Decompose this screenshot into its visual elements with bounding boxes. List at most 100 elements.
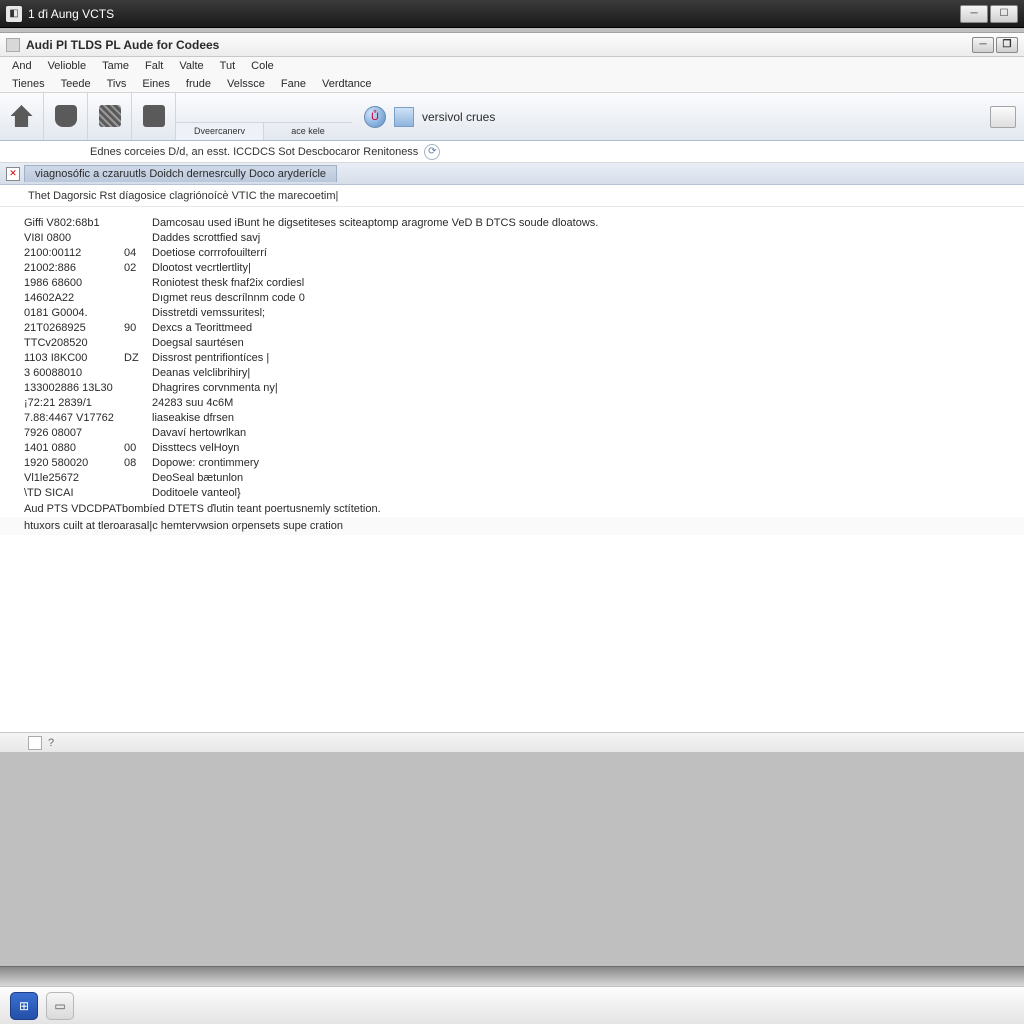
inner-titlebar: Audi PI TLDS PL Aude for Codees ─ ❐ [0, 33, 1024, 57]
toolbar-right-button[interactable] [990, 106, 1016, 128]
refresh-icon[interactable]: ⟳ [424, 144, 440, 160]
tab-selected[interactable]: viagnosófic a czaruutls Doidch dernesrcu… [24, 165, 337, 182]
window-divider [0, 966, 1024, 986]
inner-restore-button[interactable]: ❐ [996, 37, 1018, 53]
code-cell: \TD SICAI [24, 487, 124, 499]
code-cell: 7.88:4467 V17762 [24, 412, 124, 424]
num-cell: 08 [124, 457, 152, 469]
menu1-item[interactable]: Tame [94, 59, 137, 73]
code-cell: 1920 580020 [24, 457, 124, 469]
table-row[interactable]: 7.88:4467 V17762 liaseakise dfrsen [0, 410, 1024, 425]
minimize-button[interactable]: ─ [960, 5, 988, 23]
table-row[interactable]: 1920 58002008Dopowe: crontimmery [0, 455, 1024, 470]
desc-cell: Deanas velclibrihiry| [152, 367, 1024, 379]
table-row[interactable]: ¡72:21 2839/124283 suu 4c6M [0, 395, 1024, 410]
options-icon[interactable] [394, 107, 414, 127]
status-bar: ? [0, 732, 1024, 752]
table-row[interactable]: 3 60088010 Deanas velclibrihiry| [0, 365, 1024, 380]
filter-text: Ednes corceies D/d, an esst. ICCDCS Sot … [90, 146, 418, 158]
code-cell: 21002:886 [24, 262, 124, 274]
taskbar-button[interactable]: ▭ [46, 992, 74, 1020]
tool-module-button[interactable] [132, 93, 176, 140]
menu1-item[interactable]: Tut [212, 59, 244, 73]
menu2-item[interactable]: Tienes [4, 77, 53, 91]
desc-cell: Roniotest thesk fnaf2ix cordiesl [152, 277, 1024, 289]
table-row[interactable]: 0181 G0004. Disstretdi vemssuritesl; [0, 305, 1024, 320]
table-row[interactable]: VI8I 0800 Daddes scrottfied savj [0, 230, 1024, 245]
num-cell: 02 [124, 262, 152, 274]
table-row[interactable]: 133002886 13L30Dhagrires corvnmenta ny| [0, 380, 1024, 395]
code-cell: 21T0268925 [24, 322, 124, 334]
table-row[interactable]: \TD SICAI Doditoele vanteol} [0, 485, 1024, 500]
code-cell: 3 60088010 [24, 367, 124, 379]
taskbar: ⊞ ▭ [0, 986, 1024, 1024]
desc-cell: Daddes scrottfied savj [152, 232, 1024, 244]
table-row[interactable]: 7926 08007Davaví hertowrlkan [0, 425, 1024, 440]
menu-bar-2: Tienes Teede Tivs Eines frude Velssce Fa… [0, 75, 1024, 93]
doc-icon [6, 38, 20, 52]
table-row[interactable]: 21T026892590Dexcs a Teorittmeed [0, 320, 1024, 335]
tool-car-button[interactable] [44, 93, 88, 140]
taskbar-app-button[interactable]: ⊞ [10, 992, 38, 1020]
home-icon [11, 105, 33, 127]
table-row[interactable]: Giffi V802:68b1 Damcosau used iBunt he di… [0, 215, 1024, 230]
code-cell: 1986 68600 [24, 277, 124, 289]
menu2-item[interactable]: Teede [53, 77, 99, 91]
code-cell: 1103 I8KC00 [24, 352, 124, 364]
desc-cell: Disstretdi vemssuritesl; [152, 307, 1024, 319]
menu-bar-1: And Velioble Tame Falt Valte Tut Cole [0, 57, 1024, 75]
maximize-button[interactable]: ☐ [990, 5, 1018, 23]
code-cell: TTCv208520 [24, 337, 124, 349]
toolbar-label: versivol crues [422, 110, 495, 124]
desc-cell: DeoSeal bætunlon [152, 472, 1024, 484]
menu2-item[interactable]: Velssce [219, 77, 273, 91]
menu1-item[interactable]: Velioble [40, 59, 95, 73]
column-header: Thet Dagorsic Rst díagosice clagriónoícѐ… [0, 185, 1024, 207]
table-row[interactable]: 1986 68600 Roniotest thesk fnaf2ix cordie… [0, 275, 1024, 290]
code-cell: 0181 G0004. [24, 307, 124, 319]
table-row[interactable]: 21002:88602Dlootost vecrtlertlity| [0, 260, 1024, 275]
info-icon[interactable]: Ů [364, 106, 386, 128]
desc-cell: liaseakise dfrsen [152, 412, 1024, 424]
desc-cell: Dlootost vecrtlertlity| [152, 262, 1024, 274]
tab-dveercanerv[interactable]: Dveercanerv [176, 123, 264, 140]
desc-cell: Dhagrires corvnmenta ny| [152, 382, 1024, 394]
desc-cell: Doetiose corrrofouilterrí [152, 247, 1024, 259]
desc-cell: Dıgmet reus descrílnnm code 0 [152, 292, 1024, 304]
menu2-item[interactable]: Eines [134, 77, 178, 91]
inner-minimize-button[interactable]: ─ [972, 37, 994, 53]
desc-cell: Damcosau used iBunt he digsetiteses scit… [152, 217, 1024, 229]
desc-cell: Doditoele vanteol} [152, 487, 1024, 499]
table-row[interactable]: 1103 I8KC00DZDissrost pentrifiontíces | [0, 350, 1024, 365]
code-cell: Giffi V802:68b1 [24, 217, 124, 229]
menu2-item[interactable]: Verdtance [314, 77, 380, 91]
menu1-item[interactable]: Valte [171, 59, 211, 73]
table-row[interactable]: 1401 088000Dissttecs velHoyn [0, 440, 1024, 455]
tool-home-button[interactable] [0, 93, 44, 140]
tool-scan-button[interactable] [88, 93, 132, 140]
code-cell: Vl1le25672 [24, 472, 124, 484]
menu2-item[interactable]: Fane [273, 77, 314, 91]
outer-title: 1 ďi Aung VCTS [28, 7, 114, 21]
filter-bar: Ednes corceies D/d, an esst. ICCDCS Sot … [0, 141, 1024, 163]
status-text: ? [48, 737, 54, 749]
menu1-item[interactable]: Cole [243, 59, 282, 73]
table-row[interactable]: 14602A22Dıgmet reus descrílnnm code 0 [0, 290, 1024, 305]
menu1-item[interactable]: And [4, 59, 40, 73]
desc-cell: Dissrost pentrifiontíces | [152, 352, 1024, 364]
desc-cell: Dexcs a Teorittmeed [152, 322, 1024, 334]
close-tab-icon[interactable]: ✕ [6, 167, 20, 181]
menu1-item[interactable]: Falt [137, 59, 171, 73]
toolbar: Dveercanerv ace kele Ů versivol crues [0, 93, 1024, 141]
summary-row: Aud PTS VDCDPATbombíed DTETS ďlutin tean… [0, 500, 1024, 517]
menu2-item[interactable]: frude [178, 77, 219, 91]
code-cell: 1401 0880 [24, 442, 124, 454]
table-row[interactable]: 2100:0011204Doetiose corrrofouilterrí [0, 245, 1024, 260]
table-row[interactable]: TTCv208520Doegsal saurtésen [0, 335, 1024, 350]
tab-ace-kele[interactable]: ace kele [264, 123, 352, 140]
table-row[interactable]: Vl1le25672 DeoSeal bætunlon [0, 470, 1024, 485]
menu2-item[interactable]: Tivs [99, 77, 135, 91]
code-cell: VI8I 0800 [24, 232, 124, 244]
status-icon [28, 736, 42, 750]
app-window: Audi PI TLDS PL Aude for Codees ─ ❐ And … [0, 32, 1024, 752]
